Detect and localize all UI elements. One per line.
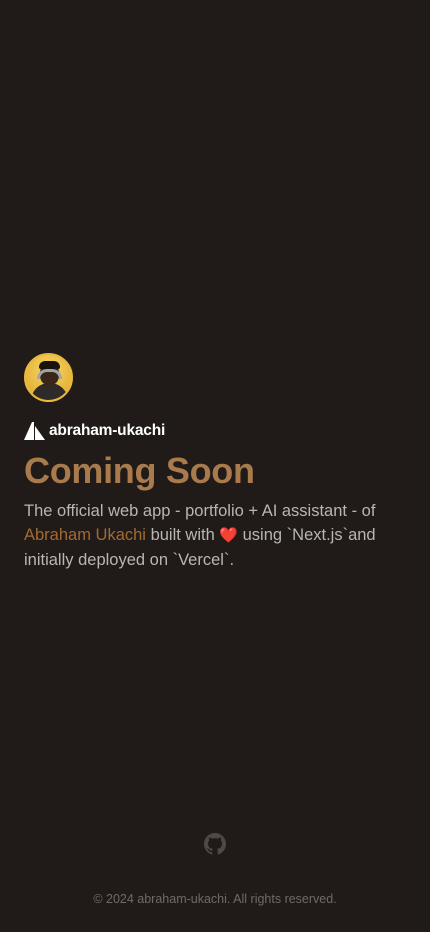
page-title: Coming Soon <box>24 450 255 491</box>
hero-section: abraham-ukachi Coming Soon The official … <box>24 353 410 572</box>
description-text-2: built with <box>145 526 220 544</box>
page-description: The official web app - portfolio + AI as… <box>24 499 406 572</box>
brand-logo[interactable]: abraham-ukachi <box>24 422 410 440</box>
avatar <box>24 353 73 402</box>
avatar-headphones <box>37 369 62 379</box>
avatar-hair <box>39 361 60 369</box>
brand-name: abraham-ukachi <box>49 422 166 439</box>
coming-soon-page: abraham-ukachi Coming Soon The official … <box>0 0 430 932</box>
triangle-a-logo-icon <box>24 422 45 440</box>
footer-copyright: © 2024 abraham-ukachi. All rights reserv… <box>93 892 337 906</box>
github-icon[interactable] <box>204 833 226 855</box>
description-text-1: The official web app - portfolio + AI as… <box>24 502 376 520</box>
author-link[interactable]: Abraham Ukachi <box>24 526 146 544</box>
heart-icon: ❤️ <box>219 527 239 544</box>
